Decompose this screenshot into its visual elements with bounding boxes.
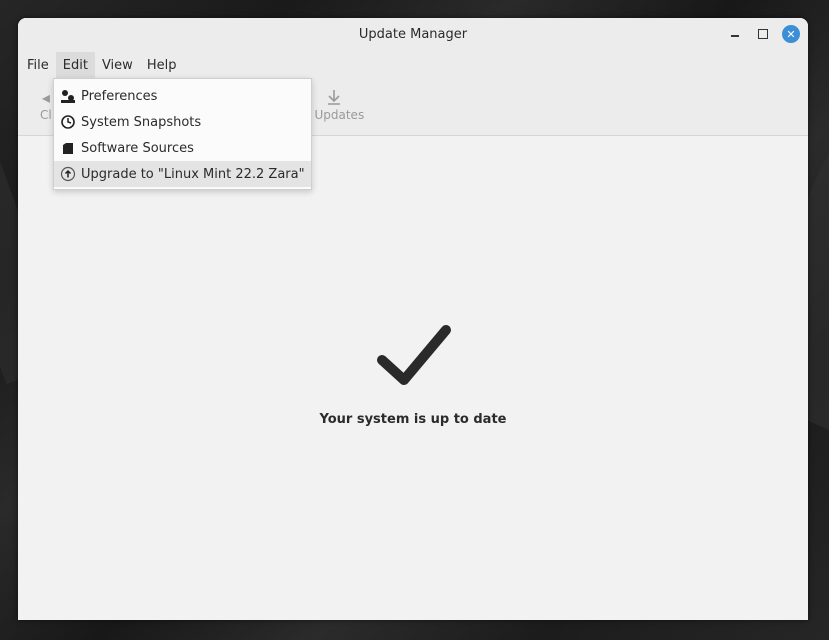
menu-item-software-sources[interactable]: Software Sources bbox=[54, 135, 311, 161]
close-button[interactable]: ✕ bbox=[782, 25, 800, 43]
upgrade-arrow-icon bbox=[60, 166, 76, 182]
menu-item-label: Upgrade to "Linux Mint 22.2 Zara" bbox=[81, 167, 305, 182]
package-icon bbox=[60, 140, 76, 156]
preferences-icon bbox=[60, 88, 76, 104]
menu-item-preferences[interactable]: Preferences bbox=[54, 83, 311, 109]
clear-icon: ◂ bbox=[42, 88, 50, 108]
menu-help[interactable]: Help bbox=[140, 52, 184, 79]
close-icon: ✕ bbox=[786, 28, 795, 41]
status-message: Your system is up to date bbox=[18, 412, 808, 427]
menu-item-system-snapshots[interactable]: System Snapshots bbox=[54, 109, 311, 135]
clear-button[interactable]: ◂ Cl bbox=[40, 88, 52, 122]
titlebar[interactable]: Update Manager ✕ bbox=[18, 18, 808, 50]
window-title: Update Manager bbox=[359, 27, 467, 42]
maximize-button[interactable] bbox=[754, 25, 772, 43]
menu-item-label: Software Sources bbox=[81, 141, 194, 156]
checkmark-icon bbox=[376, 322, 452, 388]
main-content: Your system is up to date bbox=[18, 136, 808, 620]
clear-label: Cl bbox=[40, 108, 52, 122]
menubar: File Edit View Help bbox=[18, 50, 808, 80]
menu-edit[interactable]: Edit bbox=[56, 52, 95, 79]
menu-item-label: Preferences bbox=[81, 89, 157, 104]
menu-item-upgrade[interactable]: Upgrade to "Linux Mint 22.2 Zara" bbox=[54, 161, 311, 187]
edit-menu-dropdown: Preferences System Snapshots Software So… bbox=[53, 78, 312, 190]
minimize-button[interactable] bbox=[726, 25, 744, 43]
download-icon bbox=[326, 88, 342, 108]
menu-file[interactable]: File bbox=[20, 52, 56, 79]
install-updates-button[interactable]: ll Updates bbox=[304, 88, 364, 122]
menu-view[interactable]: View bbox=[95, 52, 140, 79]
install-updates-label: ll Updates bbox=[304, 108, 364, 122]
clock-icon bbox=[60, 114, 76, 130]
menu-item-label: System Snapshots bbox=[81, 115, 201, 130]
